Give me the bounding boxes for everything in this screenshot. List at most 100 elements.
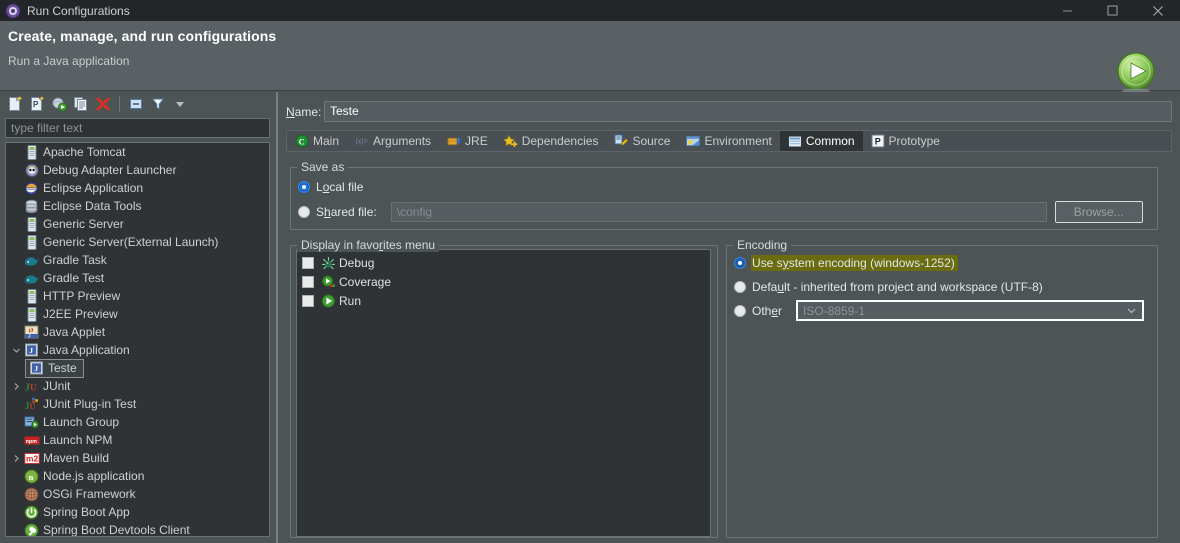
- minimize-button[interactable]: [1045, 0, 1090, 21]
- collapse-all-icon[interactable]: [125, 94, 147, 114]
- tab-prototype[interactable]: P Prototype: [863, 131, 948, 151]
- tree-item-label: Debug Adapter Launcher: [43, 163, 177, 177]
- tree-item-generic-server-external-launch[interactable]: Generic Server(External Launch): [6, 233, 269, 251]
- filter-input[interactable]: type filter text: [5, 118, 270, 138]
- chevron-down-icon[interactable]: [10, 344, 23, 357]
- shared-file-radio[interactable]: [298, 205, 310, 218]
- tab-arguments[interactable]: (x)= Arguments: [347, 131, 439, 151]
- save-as-legend: Save as: [297, 160, 349, 174]
- launch-configuration-tree[interactable]: Apache Tomcat Debug Adapter Launcher Eclip…: [5, 142, 270, 537]
- favorite-label: Coverage: [339, 274, 392, 289]
- main-tab-icon: C: [295, 134, 309, 148]
- dropdown-arrow-icon[interactable]: [169, 94, 191, 114]
- maximize-button[interactable]: [1090, 0, 1135, 21]
- java-application-icon: J: [23, 342, 40, 358]
- local-file-radio[interactable]: [298, 180, 310, 193]
- jre-tab-icon: [447, 134, 461, 148]
- tree-toolbar: P: [0, 92, 278, 116]
- tree-item-node-js-application[interactable]: n Node.js application: [6, 467, 269, 485]
- tree-item-j2ee-preview[interactable]: J2EE Preview: [6, 305, 269, 323]
- tab-dependencies[interactable]: Dependencies: [496, 131, 607, 151]
- tab-common[interactable]: Common: [779, 131, 863, 151]
- tree-item-eclipse-application[interactable]: Eclipse Application: [6, 179, 269, 197]
- chevron-down-icon[interactable]: [1120, 302, 1142, 319]
- configuration-editor-panel: Name: Teste C Main (x)= Arguments JRE Depende…: [278, 92, 1180, 543]
- default-encoding-radio[interactable]: [734, 280, 746, 293]
- tree-item-launch-npm[interactable]: npm Launch NPM: [6, 431, 269, 449]
- tab-main[interactable]: C Main: [287, 131, 347, 151]
- other-encoding-row[interactable]: Other ISO-8859-1: [726, 300, 1158, 321]
- tab-jre[interactable]: JRE: [439, 131, 496, 151]
- tab-label: Main: [313, 134, 340, 148]
- tree-item-debug-adapter-launcher[interactable]: Debug Adapter Launcher: [6, 161, 269, 179]
- tree-item-spring-boot-app[interactable]: Spring Boot App: [6, 503, 269, 521]
- debug-adapter-icon: [23, 162, 40, 178]
- duplicate-icon[interactable]: [70, 94, 92, 114]
- chevron-right-icon[interactable]: [10, 452, 23, 465]
- system-encoding-row[interactable]: Use system encoding (windows-1252): [726, 253, 1158, 272]
- favorite-checkbox-coverage[interactable]: [302, 275, 314, 288]
- tree-item-java-applet[interactable]: J Java Applet: [6, 323, 269, 341]
- name-input[interactable]: Teste: [324, 101, 1172, 122]
- other-encoding-combo[interactable]: ISO-8859-1: [796, 300, 1145, 321]
- favorite-checkbox-debug[interactable]: [302, 256, 314, 269]
- tree-item-junit-plug-in-test[interactable]: J U JUnit Plug-in Test: [6, 395, 269, 413]
- server-icon: [23, 216, 40, 232]
- tree-item-content: Spring Boot App: [23, 504, 130, 520]
- shared-file-row[interactable]: Shared file: \config Browse...: [290, 200, 1158, 223]
- svg-text:(x)=: (x)=: [355, 139, 367, 146]
- tree-item-java-application[interactable]: J Java Application: [6, 341, 269, 359]
- tree-item-label: Gradle Test: [43, 271, 105, 285]
- tree-item-gradle-task[interactable]: Gradle Task: [6, 251, 269, 269]
- tree-item-generic-server[interactable]: Generic Server: [6, 215, 269, 233]
- tree-item-maven-build[interactable]: m2 Maven Build: [6, 449, 269, 467]
- tab-environment[interactable]: Environment: [678, 131, 779, 151]
- tree-item-spring-boot-devtools-client[interactable]: Spring Boot Devtools Client: [6, 521, 269, 536]
- new-prototype-icon[interactable]: P: [26, 94, 48, 114]
- system-encoding-label: Use system encoding (windows-1252): [751, 254, 958, 271]
- favorite-row-coverage[interactable]: Coverage: [297, 272, 710, 291]
- java-applet-icon: J: [23, 324, 40, 340]
- local-file-row[interactable]: Local file: [290, 177, 1158, 196]
- tree-item-gradle-test[interactable]: Gradle Test: [6, 269, 269, 287]
- default-encoding-row[interactable]: Default - inherited from project and wor…: [726, 277, 1158, 296]
- delete-icon[interactable]: [92, 94, 114, 114]
- tree-item-launch-group[interactable]: Launch Group: [6, 413, 269, 431]
- filter-icon[interactable]: [147, 94, 169, 114]
- favorite-row-debug[interactable]: Debug: [297, 253, 710, 272]
- tab-source[interactable]: Source: [606, 131, 678, 151]
- tree-item-osgi-framework[interactable]: OSGi Framework: [6, 485, 269, 503]
- tab-label: Dependencies: [521, 134, 599, 148]
- close-button[interactable]: [1135, 0, 1180, 21]
- other-encoding-radio[interactable]: [734, 304, 746, 317]
- window-title: Run Configurations: [27, 3, 130, 18]
- tree-item-content: Launch Group: [23, 414, 119, 430]
- export-launch-configuration-icon[interactable]: [48, 94, 70, 114]
- tree-item-content: J2EE Preview: [23, 306, 118, 322]
- tree-item-content: Gradle Test: [23, 270, 104, 286]
- tree-item-http-preview[interactable]: HTTP Preview: [6, 287, 269, 305]
- tree-item-apache-tomcat[interactable]: Apache Tomcat: [6, 143, 269, 161]
- chevron-right-icon[interactable]: [10, 380, 23, 393]
- favorite-row-run[interactable]: Run: [297, 291, 710, 310]
- favorite-checkbox-run[interactable]: [302, 294, 314, 307]
- tree-item-content: J U JUnit: [23, 378, 70, 394]
- titlebar: Run Configurations: [0, 0, 1180, 21]
- new-launch-configuration-icon[interactable]: [4, 94, 26, 114]
- tree-scroll-container: Apache Tomcat Debug Adapter Launcher Eclip…: [6, 143, 269, 536]
- common-tab-icon: [787, 134, 802, 148]
- system-encoding-radio[interactable]: [734, 256, 746, 269]
- tree-item-label: Java Applet: [43, 325, 106, 339]
- tree-item-label: JUnit: [43, 379, 71, 393]
- other-encoding-label: Other: [752, 303, 783, 318]
- tab-label: Prototype: [888, 134, 940, 148]
- favorites-list[interactable]: Debug Coverage Run: [296, 249, 711, 537]
- shared-file-path-input[interactable]: \config: [390, 201, 1047, 222]
- tree-item-teste[interactable]: J Teste: [6, 358, 269, 378]
- svg-text:J: J: [29, 346, 33, 355]
- tree-item-junit[interactable]: J U JUnit: [6, 377, 269, 395]
- tree-item-eclipse-data-tools[interactable]: Eclipse Data Tools: [6, 197, 269, 215]
- browse-button[interactable]: Browse...: [1054, 200, 1143, 223]
- favorites-group: Display in favorites menu Debug Coverage R…: [290, 238, 718, 538]
- favorite-label: Run: [339, 293, 362, 308]
